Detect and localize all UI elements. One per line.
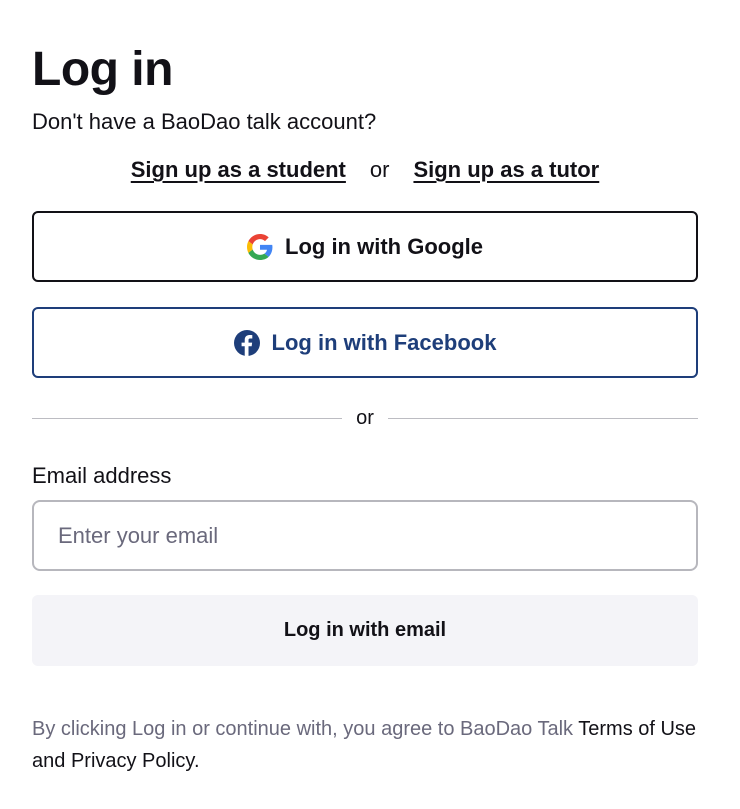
email-input[interactable]: [32, 500, 698, 571]
email-login-button[interactable]: Log in with email: [32, 595, 698, 666]
google-icon: [247, 233, 273, 260]
legal-and: and: [32, 750, 71, 772]
login-page: Log in Don't have a BaoDao talk account?…: [0, 0, 740, 809]
divider-line-right: [387, 417, 699, 419]
divider-line-left: [32, 417, 343, 419]
legal-suffix: .: [193, 750, 200, 772]
facebook-login-button[interactable]: Log in with Facebook: [32, 307, 698, 378]
terms-link[interactable]: Terms of Use: [578, 718, 696, 740]
facebook-icon: [233, 329, 260, 356]
legal-prefix: By clicking Log in or continue with, you…: [32, 718, 579, 740]
signup-separator: or: [369, 157, 390, 182]
google-login-button[interactable]: Log in with Google: [32, 211, 698, 282]
google-login-label: Log in with Google: [285, 233, 483, 259]
facebook-login-label: Log in with Facebook: [271, 329, 497, 355]
email-label: Email address: [32, 463, 172, 488]
signup-student-link[interactable]: Sign up as a student: [131, 157, 346, 183]
privacy-link[interactable]: Privacy Policy: [71, 750, 194, 772]
divider-label: or: [356, 406, 374, 429]
signup-tutor-link[interactable]: Sign up as a tutor: [413, 157, 599, 183]
page-title: Log in: [32, 43, 173, 96]
legal-notice: By clicking Log in or continue with, you…: [32, 713, 712, 777]
email-login-label: Log in with email: [283, 619, 447, 641]
or-divider: or: [32, 405, 699, 431]
signup-links: Sign up as a student or Sign up as a tut…: [32, 154, 698, 186]
no-account-text: Don't have a BaoDao talk account?: [32, 109, 377, 134]
